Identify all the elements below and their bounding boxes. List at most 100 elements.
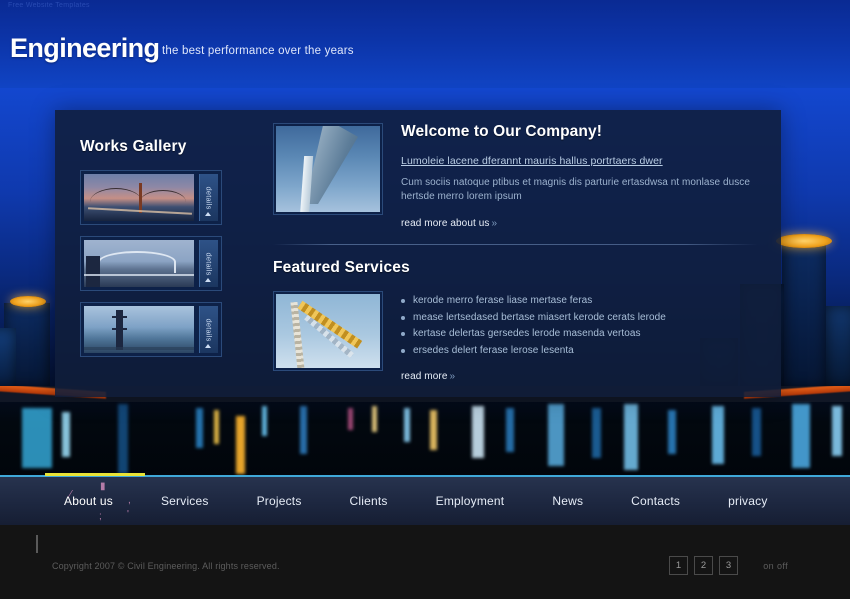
reflection-streak bbox=[372, 406, 377, 432]
water-reflections bbox=[0, 386, 850, 475]
gallery-item-3[interactable]: details bbox=[80, 302, 222, 357]
building-left-1-crown bbox=[10, 296, 46, 307]
site-header: Free Website Templates Engineering the b… bbox=[0, 0, 850, 88]
works-gallery-column: Works Gallery details details details bbox=[80, 138, 270, 368]
reflection-streak bbox=[712, 406, 724, 464]
welcome-image-inner bbox=[276, 126, 380, 212]
triangle-up-icon bbox=[205, 212, 211, 216]
gallery-details-label: details bbox=[204, 317, 214, 342]
nav-item-clients[interactable]: Clients bbox=[326, 494, 412, 508]
gallery-item-1[interactable]: details bbox=[80, 170, 222, 225]
triangle-up-icon bbox=[205, 344, 211, 348]
active-tab-underline bbox=[45, 473, 145, 476]
services-list-item: kerode merro ferase liase mertase feras bbox=[401, 293, 758, 310]
section-divider bbox=[273, 244, 758, 245]
services-body: kerode merro ferase liase mertase feras … bbox=[273, 291, 758, 382]
nav-item-projects[interactable]: Projects bbox=[233, 494, 326, 508]
nav-item-employment[interactable]: Employment bbox=[412, 494, 529, 508]
welcome-read-more-link[interactable]: read more about us» bbox=[401, 218, 497, 229]
reflection-streak bbox=[300, 406, 307, 454]
featured-services-title: Featured Services bbox=[273, 259, 410, 276]
gallery-thumb-image-2 bbox=[84, 240, 194, 287]
gallery-details-label: details bbox=[204, 185, 214, 210]
gallery-details-tab-1[interactable]: details bbox=[199, 174, 218, 221]
welcome-read-more-label: read more about us bbox=[401, 218, 490, 229]
site-footer: Copyright 2007 © Civil Engineering. All … bbox=[0, 525, 850, 599]
decor-mark: ▮ bbox=[100, 481, 106, 492]
services-list-item: ersedes delert ferase lerose lesenta bbox=[401, 343, 758, 360]
reflection-streak bbox=[196, 408, 203, 448]
reflection-streak bbox=[592, 408, 601, 458]
nav-item-privacy[interactable]: privacy bbox=[704, 494, 791, 508]
reflection-streak bbox=[430, 410, 437, 450]
works-gallery-title: Works Gallery bbox=[80, 138, 187, 155]
site-logo[interactable]: Engineering bbox=[10, 33, 160, 64]
bridge-cable bbox=[90, 188, 142, 202]
pagination-page-1[interactable]: 1 bbox=[669, 556, 688, 575]
welcome-image bbox=[273, 123, 383, 215]
bridge-cable bbox=[140, 190, 186, 202]
gallery-item-2[interactable]: details bbox=[80, 236, 222, 291]
welcome-section: Welcome to Our Company! Lumoleie lacene … bbox=[273, 123, 758, 233]
building-left-2 bbox=[0, 328, 16, 388]
welcome-body-text: Cum sociis natoque ptibus et magnis dis … bbox=[401, 177, 750, 202]
reflection-streak bbox=[118, 404, 128, 474]
main-navigation: About us Services Projects Clients Emplo… bbox=[0, 473, 850, 525]
page-root: Free Website Templates Engineering the b… bbox=[0, 0, 850, 599]
arch-structure bbox=[304, 126, 358, 204]
reflection-streak bbox=[752, 408, 761, 456]
nav-item-contacts[interactable]: Contacts bbox=[607, 494, 704, 508]
site-tagline: the best performance over the years bbox=[162, 45, 354, 57]
welcome-lead-link[interactable]: Lumoleie lacene dferannt mauris hallus p… bbox=[401, 155, 663, 167]
bridge-pylon-crossbar bbox=[112, 328, 127, 330]
welcome-text-block: Welcome to Our Company! Lumoleie lacene … bbox=[401, 123, 758, 231]
welcome-title: Welcome to Our Company! bbox=[401, 123, 602, 140]
services-list-item: mease lertsedased bertase miasert kerode… bbox=[401, 310, 758, 327]
on-off-toggle-label[interactable]: on off bbox=[763, 561, 788, 571]
reflection-streak bbox=[472, 406, 484, 458]
decor-mark: ⁄ bbox=[70, 489, 72, 500]
gallery-details-label: details bbox=[204, 251, 214, 276]
reflection-streak bbox=[668, 410, 676, 454]
arch-abutment bbox=[86, 256, 100, 287]
services-list: kerode merro ferase liase mertase feras … bbox=[401, 293, 758, 359]
gallery-details-tab-2[interactable]: details bbox=[199, 240, 218, 287]
reflection-streak bbox=[262, 406, 267, 436]
bridge-deck bbox=[84, 274, 194, 276]
gallery-details-tab-3[interactable]: details bbox=[199, 306, 218, 353]
main-content-column: Welcome to Our Company! Lumoleie lacene … bbox=[273, 123, 758, 382]
services-image bbox=[273, 291, 383, 371]
building-right-1 bbox=[782, 243, 826, 388]
bridge-pylon-crossbar bbox=[112, 316, 127, 318]
footer-accent-bar bbox=[36, 535, 38, 553]
bridge-deck bbox=[84, 347, 194, 350]
triangle-up-icon bbox=[205, 278, 211, 282]
services-text-block: kerode merro ferase liase mertase feras … bbox=[401, 293, 758, 384]
bridge-pylon bbox=[139, 183, 142, 213]
content-panel: Works Gallery details details details We… bbox=[55, 110, 781, 397]
decor-mark: ' bbox=[127, 509, 129, 520]
nav-item-about-us[interactable]: About us bbox=[40, 494, 137, 508]
steel-arch bbox=[98, 251, 176, 273]
services-list-item: kertase delertas gersedes lerode masenda… bbox=[401, 326, 758, 343]
chevron-right-icon: » bbox=[449, 371, 456, 382]
reflection-streak bbox=[832, 406, 842, 456]
pagination: 1 2 3 bbox=[669, 556, 738, 575]
gallery-thumb-image-3 bbox=[84, 306, 194, 353]
decor-mark: ; bbox=[99, 511, 102, 522]
services-read-more-link[interactable]: read more» bbox=[401, 371, 455, 382]
pagination-page-2[interactable]: 2 bbox=[694, 556, 713, 575]
nav-item-services[interactable]: Services bbox=[137, 494, 233, 508]
copyright-text: Copyright 2007 © Civil Engineering. All … bbox=[52, 561, 280, 571]
reflection-streak bbox=[22, 408, 52, 468]
pagination-page-3[interactable]: 3 bbox=[719, 556, 738, 575]
gallery-thumbnails: details details details bbox=[80, 170, 270, 357]
header-tiny-text: Free Website Templates bbox=[8, 2, 90, 9]
reflection-streak bbox=[62, 412, 70, 457]
decor-mark: , bbox=[128, 495, 131, 506]
nav-item-news[interactable]: News bbox=[528, 494, 607, 508]
reflection-streak bbox=[348, 408, 353, 430]
chevron-right-icon: » bbox=[491, 218, 498, 229]
services-read-more-label: read more bbox=[401, 371, 448, 382]
reflection-streak bbox=[624, 404, 638, 470]
